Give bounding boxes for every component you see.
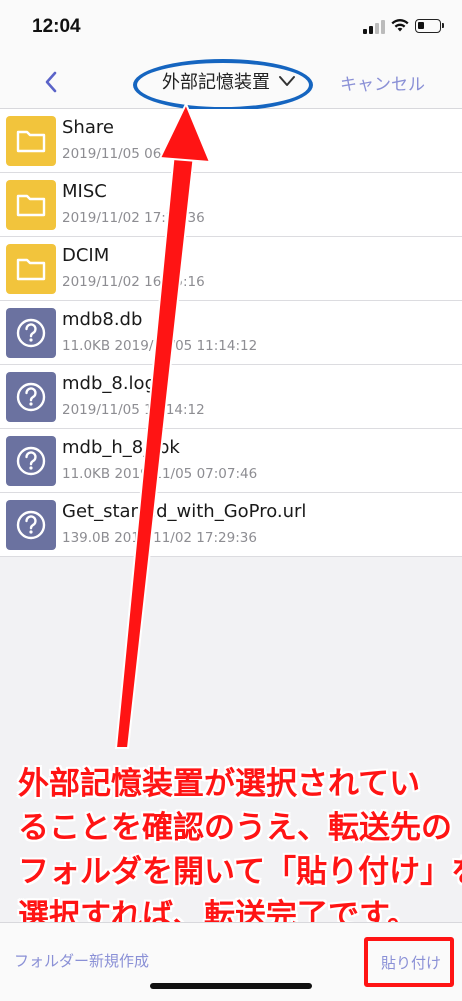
file-name: mdb_h_8_.bk	[62, 437, 180, 458]
caption-line: 外部記憶装置が選択されてい	[18, 766, 421, 802]
status-time: 12:04	[32, 16, 81, 37]
question-file-icon	[6, 436, 56, 486]
wifi-icon	[391, 19, 409, 32]
file-list: Share 2019/11/05 06:41:14 MISC 2019/11/0…	[0, 109, 462, 557]
file-name: mdb8.db	[62, 309, 143, 330]
list-item[interactable]: MISC 2019/11/02 17:29:36	[0, 173, 462, 237]
cancel-button[interactable]: キャンセル	[340, 70, 425, 95]
back-button[interactable]	[38, 64, 68, 100]
list-item[interactable]: DCIM 2019/11/02 16:35:16	[0, 237, 462, 301]
paste-button-label: 貼り付け	[381, 954, 442, 972]
file-meta: 11.0KB 2019/11/05 11:14:12	[62, 338, 258, 354]
instruction-caption: 外部記憶装置が選択されてい ることを確認のうえ、転送先の フォルダを開いて「貼り…	[18, 762, 462, 938]
cellular-signal-icon	[363, 20, 385, 34]
storage-selector[interactable]: 外部記憶装置	[133, 56, 313, 111]
file-name: DCIM	[62, 245, 110, 266]
list-item[interactable]: mdb_h_8_.bk 11.0KB 2019/11/05 07:07:46	[0, 429, 462, 493]
navigation-bar: 外部記憶装置 キャンセル	[0, 56, 462, 111]
file-name: Get_started_with_GoPro.url	[62, 501, 307, 522]
file-meta: 2019/11/02 16:35:16	[62, 274, 205, 290]
folder-icon	[6, 180, 56, 230]
caption-line: ることを確認のうえ、転送先の	[18, 810, 452, 846]
list-item[interactable]: Get_started_with_GoPro.url 139.0B 2019/1…	[0, 493, 462, 557]
file-meta: 2019/11/02 17:29:36	[62, 210, 205, 226]
file-name: mdb_8.log	[62, 373, 156, 394]
question-file-icon	[6, 372, 56, 422]
highlight-oval	[133, 59, 313, 111]
file-meta: 2019/11/05 11:14:12	[62, 402, 205, 418]
home-indicator	[150, 983, 312, 989]
list-item[interactable]: mdb_8.log 2019/11/05 11:14:12	[0, 365, 462, 429]
list-item[interactable]: Share 2019/11/05 06:41:14	[0, 109, 462, 173]
paste-button[interactable]: 貼り付け	[364, 937, 454, 987]
file-name: Share	[62, 117, 114, 138]
file-meta: 139.0B 2019/11/02 17:29:36	[62, 530, 257, 546]
file-meta: 2019/11/05 06:41:14	[62, 146, 205, 162]
bottom-toolbar: フォルダー新規作成 貼り付け	[0, 922, 462, 1001]
question-file-icon	[6, 308, 56, 358]
battery-icon	[415, 19, 444, 33]
status-bar: 12:04	[0, 0, 462, 56]
chevron-left-icon	[45, 71, 57, 93]
question-file-icon	[6, 500, 56, 550]
new-folder-button[interactable]: フォルダー新規作成	[14, 950, 149, 971]
folder-icon	[6, 244, 56, 294]
file-meta: 11.0KB 2019/11/05 07:07:46	[62, 466, 258, 482]
caption-line: フォルダを開いて「貼り付け」を	[18, 854, 462, 890]
file-name: MISC	[62, 181, 107, 202]
folder-icon	[6, 116, 56, 166]
list-item[interactable]: mdb8.db 11.0KB 2019/11/05 11:14:12	[0, 301, 462, 365]
